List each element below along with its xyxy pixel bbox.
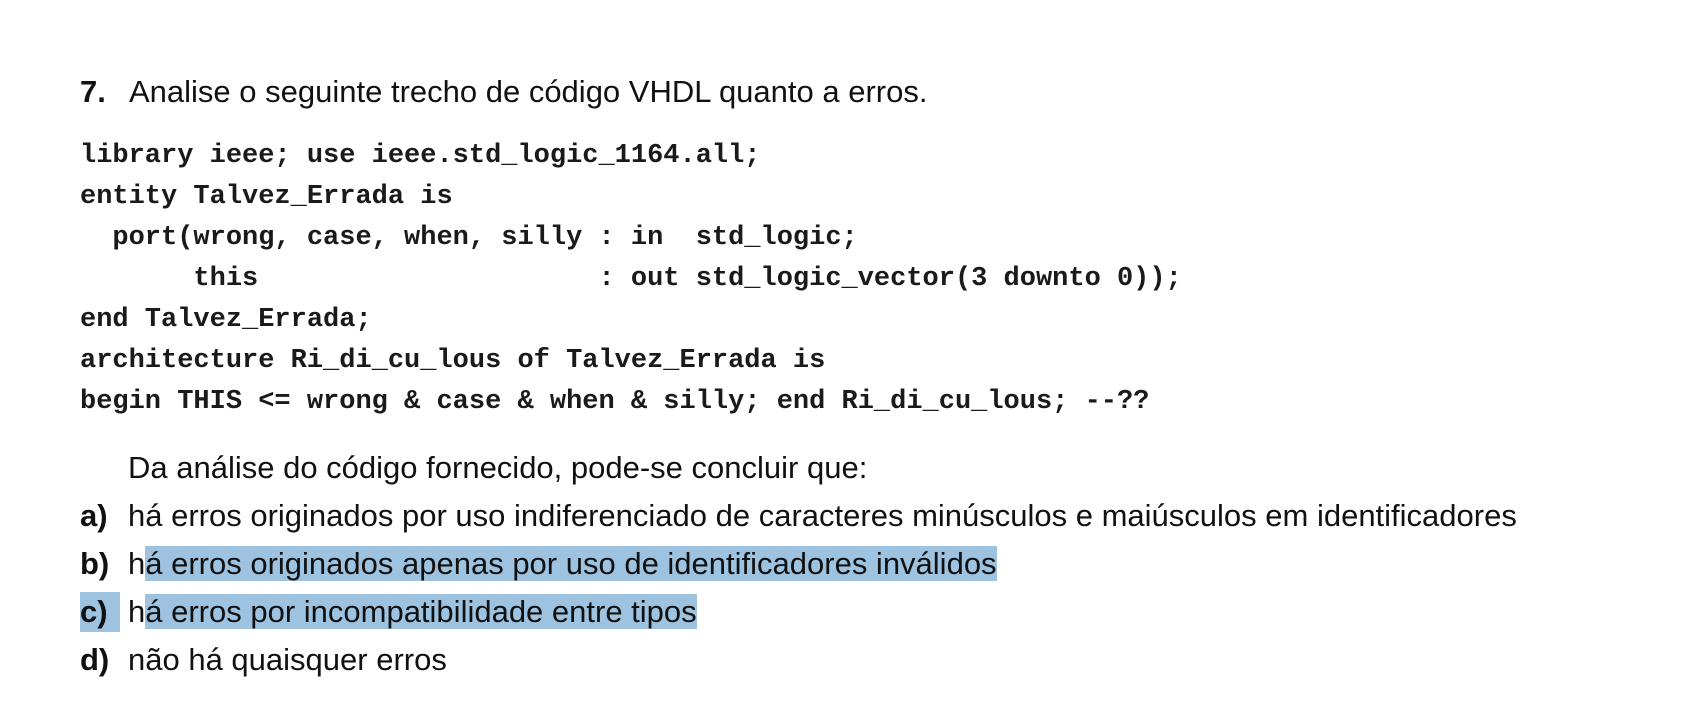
question-header: 7. Analise o seguinte trecho de código VH… — [80, 72, 927, 112]
selected-text-highlight: á erros originados apenas por uso de ide… — [145, 546, 997, 581]
code-line: library ieee; use ieee.std_logic_1164.al… — [80, 141, 761, 171]
option-letter: b) — [80, 546, 110, 581]
option-text: há erros originados apenas por uso de id… — [128, 544, 997, 584]
option-text: há erros por incompatibilidade entre tip… — [128, 592, 697, 632]
question-number: 7. — [80, 74, 106, 109]
option-text-lead: h — [128, 546, 146, 581]
code-line: end Talvez_Errada; — [80, 305, 372, 335]
answer-intro: Da análise do código fornecido, pode-se … — [128, 450, 868, 485]
option-letter: d) — [80, 642, 110, 677]
question-prompt: Analise o seguinte trecho de código VHDL… — [129, 74, 928, 109]
option-letter: a) — [80, 498, 108, 533]
option-text: há erros originados por uso indiferencia… — [128, 498, 1517, 533]
code-line: entity Talvez_Errada is — [80, 182, 453, 212]
code-line: port(wrong, case, when, silly : in std_l… — [80, 223, 858, 253]
option-letter: c) — [80, 592, 120, 632]
code-line: this : out std_logic_vector(3 downto 0))… — [80, 264, 1182, 294]
code-line: architecture Ri_di_cu_lous of Talvez_Err… — [80, 346, 826, 376]
option-text-lead: h — [128, 594, 146, 629]
code-line: begin THIS <= wrong & case & when & sill… — [80, 387, 1150, 417]
option-text: não há quaisquer erros — [128, 642, 447, 677]
selected-text-highlight: á erros por incompatibilidade entre tipo… — [145, 594, 697, 629]
vhdl-code-block: library ieee; use ieee.std_logic_1164.al… — [80, 136, 1182, 423]
